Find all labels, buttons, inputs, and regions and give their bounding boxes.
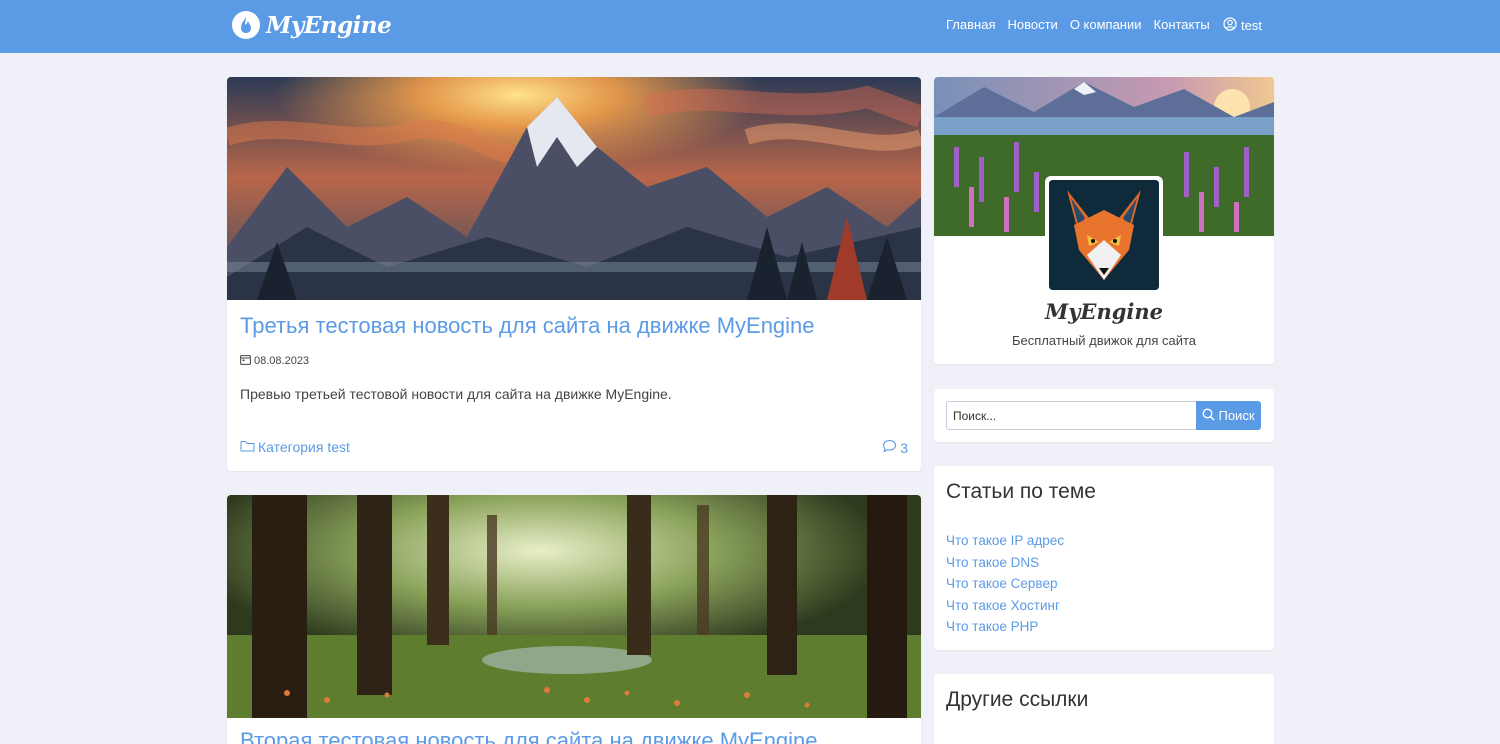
list-item: Что такое DNS <box>946 554 1064 576</box>
search-input[interactable] <box>946 401 1196 430</box>
related-link[interactable]: Что такое DNS <box>946 555 1039 570</box>
search-button-label: Поиск <box>1218 408 1255 423</box>
related-link[interactable]: Что такое IP адрес <box>946 533 1064 548</box>
profile-name: MyEngine <box>1044 299 1163 324</box>
post-category-label: Категория test <box>258 439 350 455</box>
post-title[interactable]: Третья тестовая новость для сайта на дви… <box>240 313 815 339</box>
post-category[interactable]: Категория test <box>240 439 350 455</box>
related-link[interactable]: Что такое Сервер <box>946 576 1057 591</box>
nav-contacts[interactable]: Контакты <box>1154 17 1210 32</box>
related-link[interactable]: Что такое PHP <box>946 619 1038 634</box>
related-links-list: Что такое IP адрес Что такое DNS Что так… <box>946 532 1064 640</box>
nav-home[interactable]: Главная <box>946 17 995 32</box>
fox-icon <box>1049 180 1159 290</box>
list-item: Что такое Хостинг <box>946 597 1064 619</box>
calendar-icon <box>240 354 251 368</box>
list-item: Что такое IP адрес <box>946 532 1064 554</box>
post-comments[interactable]: 3 <box>882 439 908 456</box>
user-circle-icon <box>1223 17 1237 34</box>
post-date-text: 08.08.2023 <box>254 355 310 367</box>
related-articles-widget: Статьи по теме Что такое IP адрес Что та… <box>934 466 1274 650</box>
post-comments-count: 3 <box>900 439 908 456</box>
list-item: Что такое PHP <box>946 618 1064 640</box>
post-preview: Превью третьей тестовой новости для сайт… <box>240 386 672 402</box>
top-navbar: MyEngine Главная Новости О компании Конт… <box>0 0 1500 53</box>
avatar <box>1045 176 1163 294</box>
other-links-widget: Другие ссылки <box>934 674 1274 744</box>
news-card: Вторая тестовая новость для сайта на дви… <box>227 495 921 744</box>
search-icon <box>1202 407 1216 424</box>
comment-icon <box>882 439 897 456</box>
folder-icon <box>240 439 255 455</box>
user-name: test <box>1241 18 1262 33</box>
logo-text: MyEngine <box>266 11 392 39</box>
post-image[interactable] <box>227 495 921 718</box>
search-button[interactable]: Поиск <box>1196 401 1261 430</box>
flame-icon <box>232 11 260 39</box>
widget-title: Статьи по теме <box>946 480 1096 503</box>
nav-about[interactable]: О компании <box>1070 17 1142 32</box>
search-widget: Поиск <box>934 389 1274 442</box>
profile-widget: MyEngine Бесплатный движок для сайта <box>934 77 1274 364</box>
post-image[interactable] <box>227 77 921 300</box>
list-item: Что такое Сервер <box>946 575 1064 597</box>
main-nav: Главная Новости О компании Контакты <box>946 17 1210 32</box>
post-date: 08.08.2023 <box>240 354 309 368</box>
user-menu[interactable]: test <box>1223 17 1262 34</box>
widget-title: Другие ссылки <box>946 688 1089 711</box>
post-title[interactable]: Вторая тестовая новость для сайта на дви… <box>240 728 818 744</box>
nav-news[interactable]: Новости <box>1007 17 1057 32</box>
news-card: Третья тестовая новость для сайта на дви… <box>227 77 921 471</box>
site-logo[interactable]: MyEngine <box>232 9 392 41</box>
related-link[interactable]: Что такое Хостинг <box>946 598 1060 613</box>
profile-subtitle: Бесплатный движок для сайта <box>1011 333 1196 348</box>
